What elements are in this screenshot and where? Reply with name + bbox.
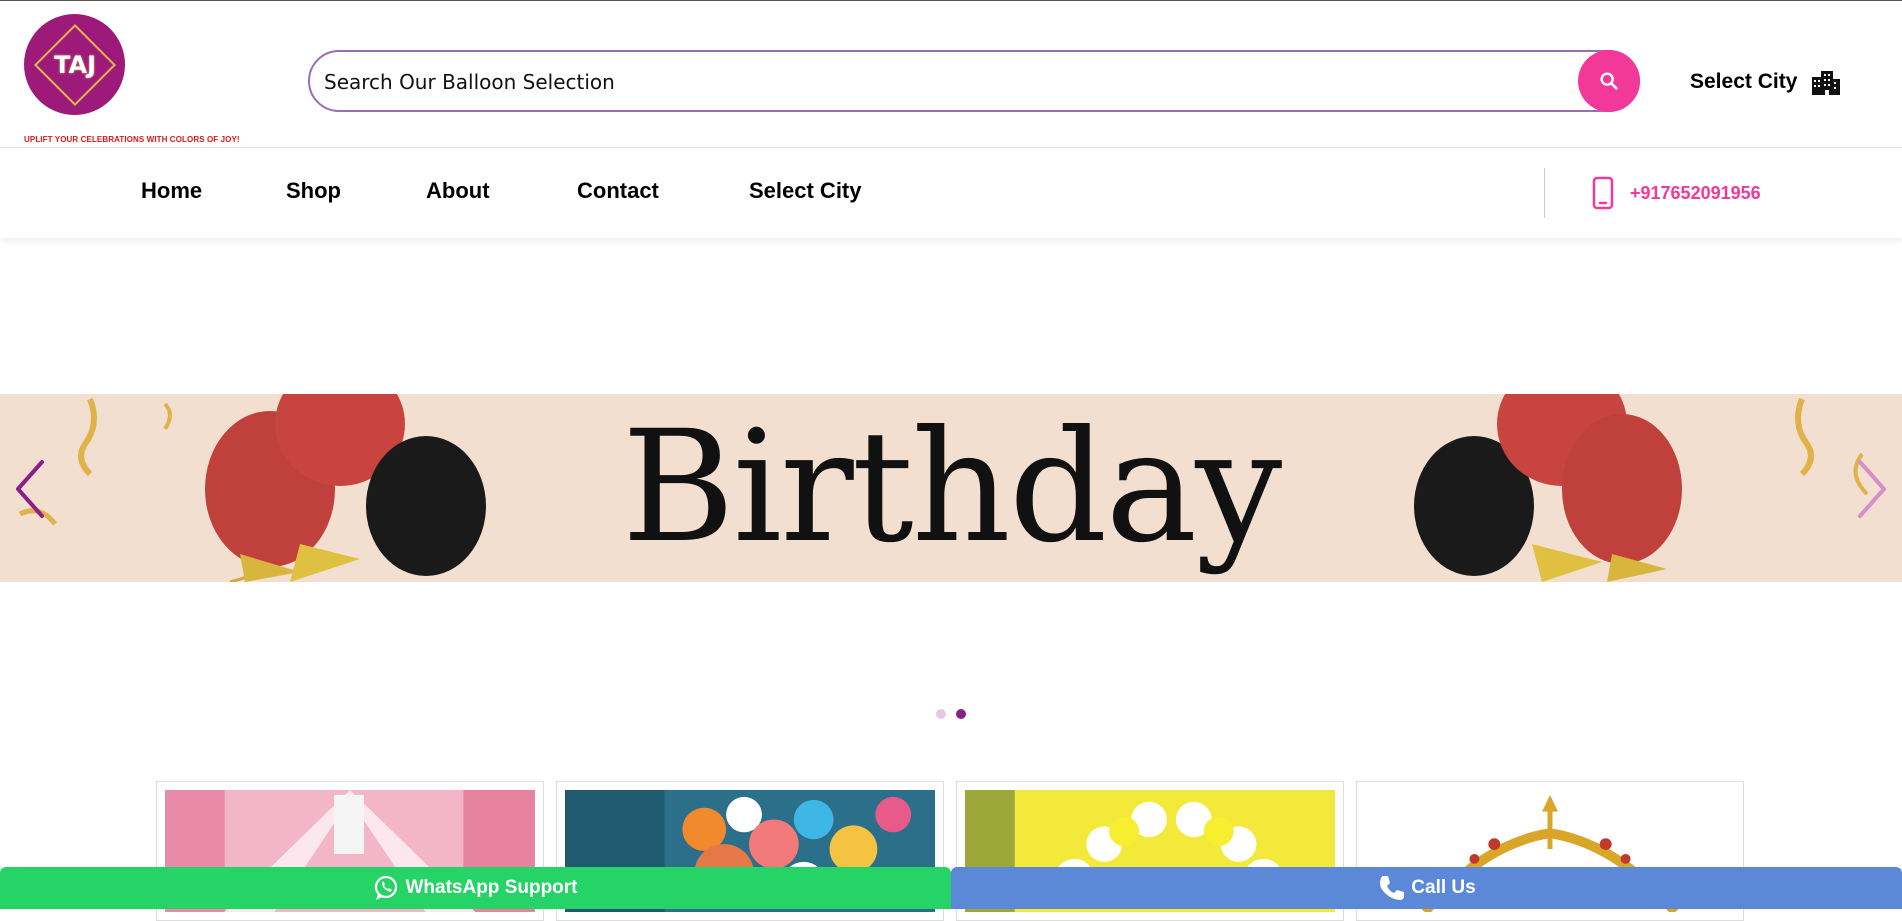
city-buildings-icon <box>1812 71 1841 95</box>
phone-number: +917652091956 <box>1630 182 1761 203</box>
nav-contact[interactable]: Contact <box>577 178 659 204</box>
select-city-label: Select City <box>1690 70 1798 93</box>
site-header: TAJ UPLIFT YOUR CELEBRATIONS WITH COLORS… <box>0 1 1902 148</box>
carousel-prev-button[interactable] <box>10 456 50 522</box>
main-nav: Home Shop About Contact Select City +917… <box>0 148 1902 238</box>
nav-about[interactable]: About <box>426 178 490 204</box>
carousel-next-button[interactable] <box>1852 456 1892 522</box>
carousel-pagination <box>936 709 966 719</box>
chevron-left-icon <box>16 460 44 518</box>
chevron-right-icon <box>1858 460 1886 518</box>
banner-title: Birthday <box>621 398 1283 577</box>
search-input[interactable] <box>322 52 1556 112</box>
whatsapp-icon <box>375 875 398 900</box>
search-button[interactable] <box>1578 50 1640 112</box>
nav-divider <box>1544 168 1545 218</box>
logo-text: TAJ <box>53 50 96 79</box>
call-us-button[interactable]: Call Us <box>951 867 1902 909</box>
call-us-label: Call Us <box>1411 877 1476 898</box>
logo-emblem: TAJ <box>33 23 116 106</box>
phone-link[interactable]: +917652091956 <box>1592 176 1761 210</box>
nav-shop[interactable]: Shop <box>286 178 341 204</box>
search-icon <box>1600 72 1618 90</box>
select-city-button[interactable]: Select City <box>1690 67 1841 97</box>
phone-icon <box>1380 876 1405 900</box>
brand-tagline: UPLIFT YOUR CELEBRATIONS WITH COLORS OF … <box>24 135 240 144</box>
hero-banner: Birthday <box>0 394 1902 582</box>
whatsapp-support-button[interactable]: WhatsApp Support <box>0 867 951 909</box>
carousel-dot-1[interactable] <box>936 709 946 719</box>
bottom-action-bar: WhatsApp Support Call Us <box>0 867 1902 909</box>
nav-select-city[interactable]: Select City <box>749 178 862 204</box>
mobile-phone-icon <box>1592 176 1614 210</box>
nav-home[interactable]: Home <box>141 178 202 204</box>
whatsapp-support-label: WhatsApp Support <box>405 877 578 898</box>
brand-logo[interactable]: TAJ <box>24 14 125 115</box>
search-bar <box>308 50 1640 112</box>
carousel-dot-2[interactable] <box>956 709 966 719</box>
